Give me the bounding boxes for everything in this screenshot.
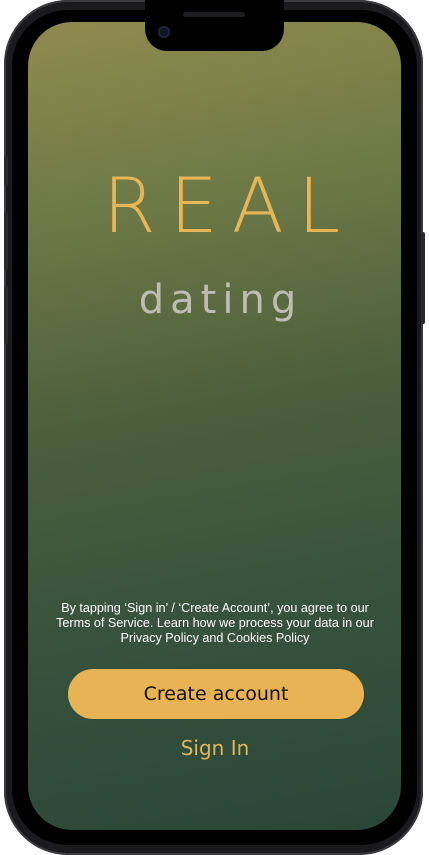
speaker-grille (183, 12, 245, 17)
phone-device: REAL dating By tapping ‘Sign in’ / ‘Crea… (0, 0, 429, 855)
volume-down-button (4, 286, 8, 344)
legal-notice-line[interactable]: Privacy Policy and Cookies Policy (40, 631, 390, 646)
legal-notice-line: By tapping ‘Sign in’ / ‘Create Account’,… (61, 601, 369, 615)
volume-up-button (4, 212, 8, 270)
power-button (421, 232, 425, 324)
create-account-button[interactable]: Create account (68, 669, 364, 719)
legal-notice-line: Terms of Service. Learn how we process y… (56, 616, 374, 630)
app-logo-subtitle: dating (138, 277, 303, 323)
sign-in-link[interactable]: Sign In (140, 733, 290, 763)
mute-switch (4, 156, 8, 186)
legal-notice: By tapping ‘Sign in’ / ‘Create Account’,… (40, 601, 390, 646)
app-logo-title: REAL (102, 161, 355, 250)
front-camera-icon (158, 26, 170, 38)
